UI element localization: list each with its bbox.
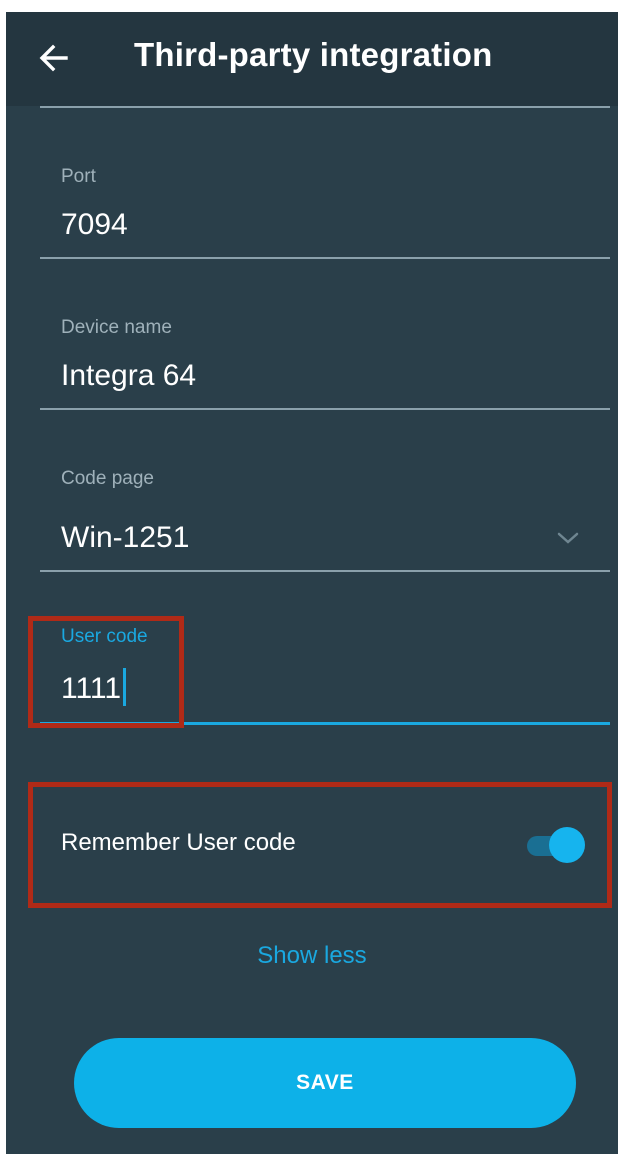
user-code-field[interactable]: User code 1111 <box>40 616 610 728</box>
toggle-thumb <box>549 827 585 863</box>
port-underline <box>40 257 610 259</box>
app-bar: Third-party integration <box>6 12 618 106</box>
integration-screen: Third-party integration Port 7094 Device… <box>6 12 618 1154</box>
remember-user-code-label: Remember User code <box>61 829 296 856</box>
page-title: Third-party integration <box>134 36 493 73</box>
chevron-down-icon[interactable] <box>556 526 580 550</box>
text-cursor <box>123 668 127 707</box>
port-label: Port <box>61 166 96 187</box>
save-button[interactable]: SAVE <box>74 1038 576 1128</box>
show-less-link[interactable]: Show less <box>6 942 618 970</box>
remember-user-code-toggle[interactable] <box>525 825 589 865</box>
remember-user-code-row[interactable]: Remember User code <box>40 787 610 897</box>
back-button[interactable] <box>34 38 74 78</box>
field-divider-top <box>40 106 610 108</box>
device-name-value[interactable]: Integra 64 <box>61 359 196 393</box>
arrow-left-icon <box>39 44 68 72</box>
code-page-value: Win-1251 <box>61 521 190 554</box>
user-code-value: 1111 <box>61 672 122 705</box>
device-name-label: Device name <box>61 317 172 338</box>
user-code-input[interactable]: 1111 <box>61 668 127 707</box>
user-code-label: User code <box>61 626 148 647</box>
device-name-underline <box>40 408 610 410</box>
port-value[interactable]: 7094 <box>61 208 128 242</box>
user-code-underline <box>40 722 610 725</box>
code-page-label: Code page <box>61 468 154 489</box>
device-name-field[interactable]: Device name Integra 64 <box>40 303 610 413</box>
port-field[interactable]: Port 7094 <box>40 152 610 262</box>
code-page-select[interactable]: Code page Win-1251 <box>40 454 610 576</box>
code-page-underline <box>40 570 610 572</box>
